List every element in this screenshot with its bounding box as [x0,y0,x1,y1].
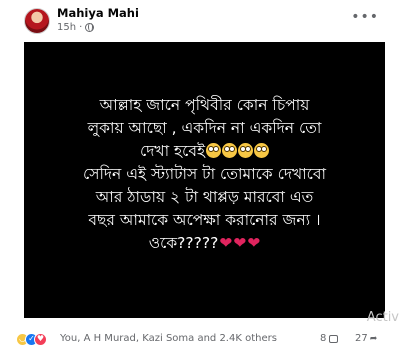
comment-icon [329,334,339,343]
post-line: আল্লাহ জানে পৃথিবীর কোন চিপায় [99,96,310,114]
windows-activation-watermark: Activ [366,310,399,325]
comment-count[interactable]: 8 [320,333,339,344]
avatar[interactable] [24,8,50,34]
post-line: সেদিন এই স্ট্যাটাস টা তোমাকে দেখাবো [82,165,327,183]
post-line: বছর আমাকে অপেক্ষা করানোর জন্য । [88,211,321,229]
share-count[interactable]: 27 ➦ [355,333,377,344]
flushed-face-emoji [222,143,238,158]
post-line-with-emoji: ওকে?????❤❤❤ [148,234,261,252]
flushed-face-emoji [254,143,270,158]
flushed-face-emoji [238,143,254,158]
post-line-with-emoji: দেখা হবেই [32,140,377,163]
flushed-face-emoji [206,143,222,158]
red-heart-emoji: ❤ [247,234,261,252]
post-header: Mahiya Mahi 15h · ••• [0,0,399,42]
reaction-icons[interactable]: ◡ ✓ ♥ [16,333,47,346]
red-heart-emoji: ❤ [233,234,247,252]
post-text-image[interactable]: আল্লাহ জানে পৃথিবীর কোন চিপায় লুকায় আছ… [24,42,385,318]
more-options-icon[interactable]: ••• [351,10,379,24]
red-heart-emoji: ❤ [219,234,233,252]
post-line: আর ঠাডায় ২ টা থাপ্পড় মারবো এত [95,188,314,206]
love-icon: ♥ [34,333,47,346]
post-footer: ◡ ✓ ♥ You, A H Murad, Kazi Soma and 2.4K… [0,324,399,355]
post-text: আল্লাহ জানে পৃথিবীর কোন চিপায় লুকায় আছ… [32,94,377,255]
reaction-names[interactable]: You, A H Murad, Kazi Soma and 2.4K other… [60,333,277,344]
post-meta: 15h · [57,22,95,33]
author-name[interactable]: Mahiya Mahi [57,6,139,20]
globe-icon [85,23,95,32]
post-line: লুকায় আছো , একদিন না একদিন তো [87,119,322,137]
share-icon: ➦ [369,333,378,344]
post-time[interactable]: 15h [57,22,76,33]
